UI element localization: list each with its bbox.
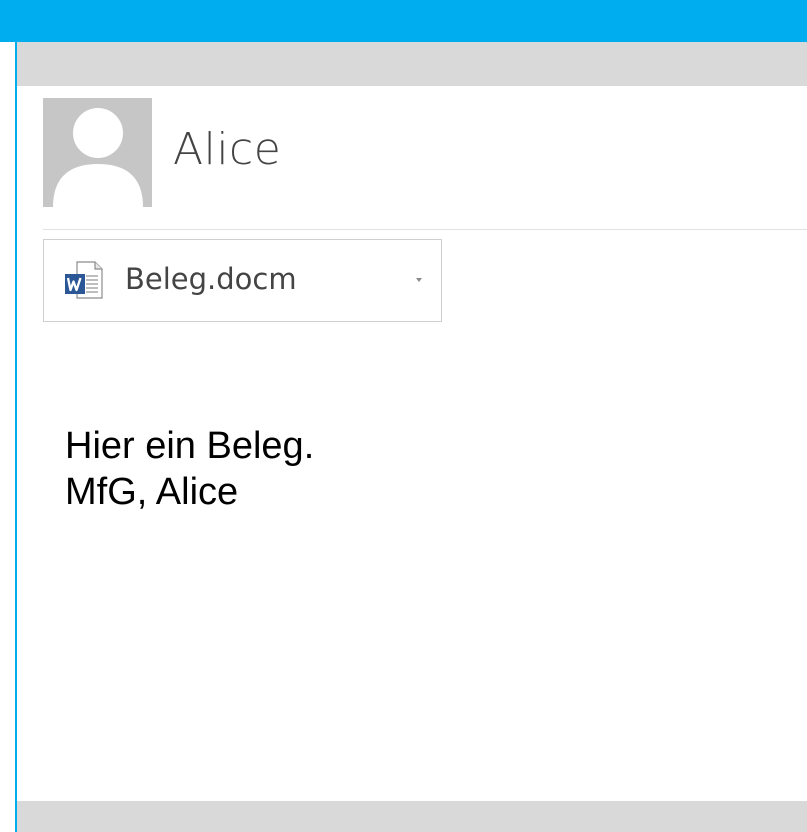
toolbar-strip (17, 42, 807, 86)
person-silhouette-icon (53, 108, 143, 207)
attachment-card[interactable]: Beleg.docm (43, 239, 442, 322)
body-line: Hier ein Beleg. (65, 425, 315, 467)
window-left-border (0, 0, 17, 832)
email-reading-pane: Alice Beleg.docm Hier ein Beleg. MfG, Al… (0, 0, 807, 832)
header-divider (43, 229, 807, 230)
word-document-icon (64, 260, 104, 300)
body-line: MfG, Alice (65, 471, 239, 513)
chevron-down-icon[interactable] (416, 278, 422, 282)
attachment-filename: Beleg.docm (125, 262, 297, 296)
sender-avatar (43, 98, 152, 207)
left-border-inner (0, 42, 15, 832)
sender-name[interactable]: Alice (173, 128, 281, 172)
bottom-strip (17, 801, 807, 832)
message-body: Hier ein Beleg. MfG, Alice (65, 423, 314, 515)
window-title-bar (0, 0, 807, 42)
